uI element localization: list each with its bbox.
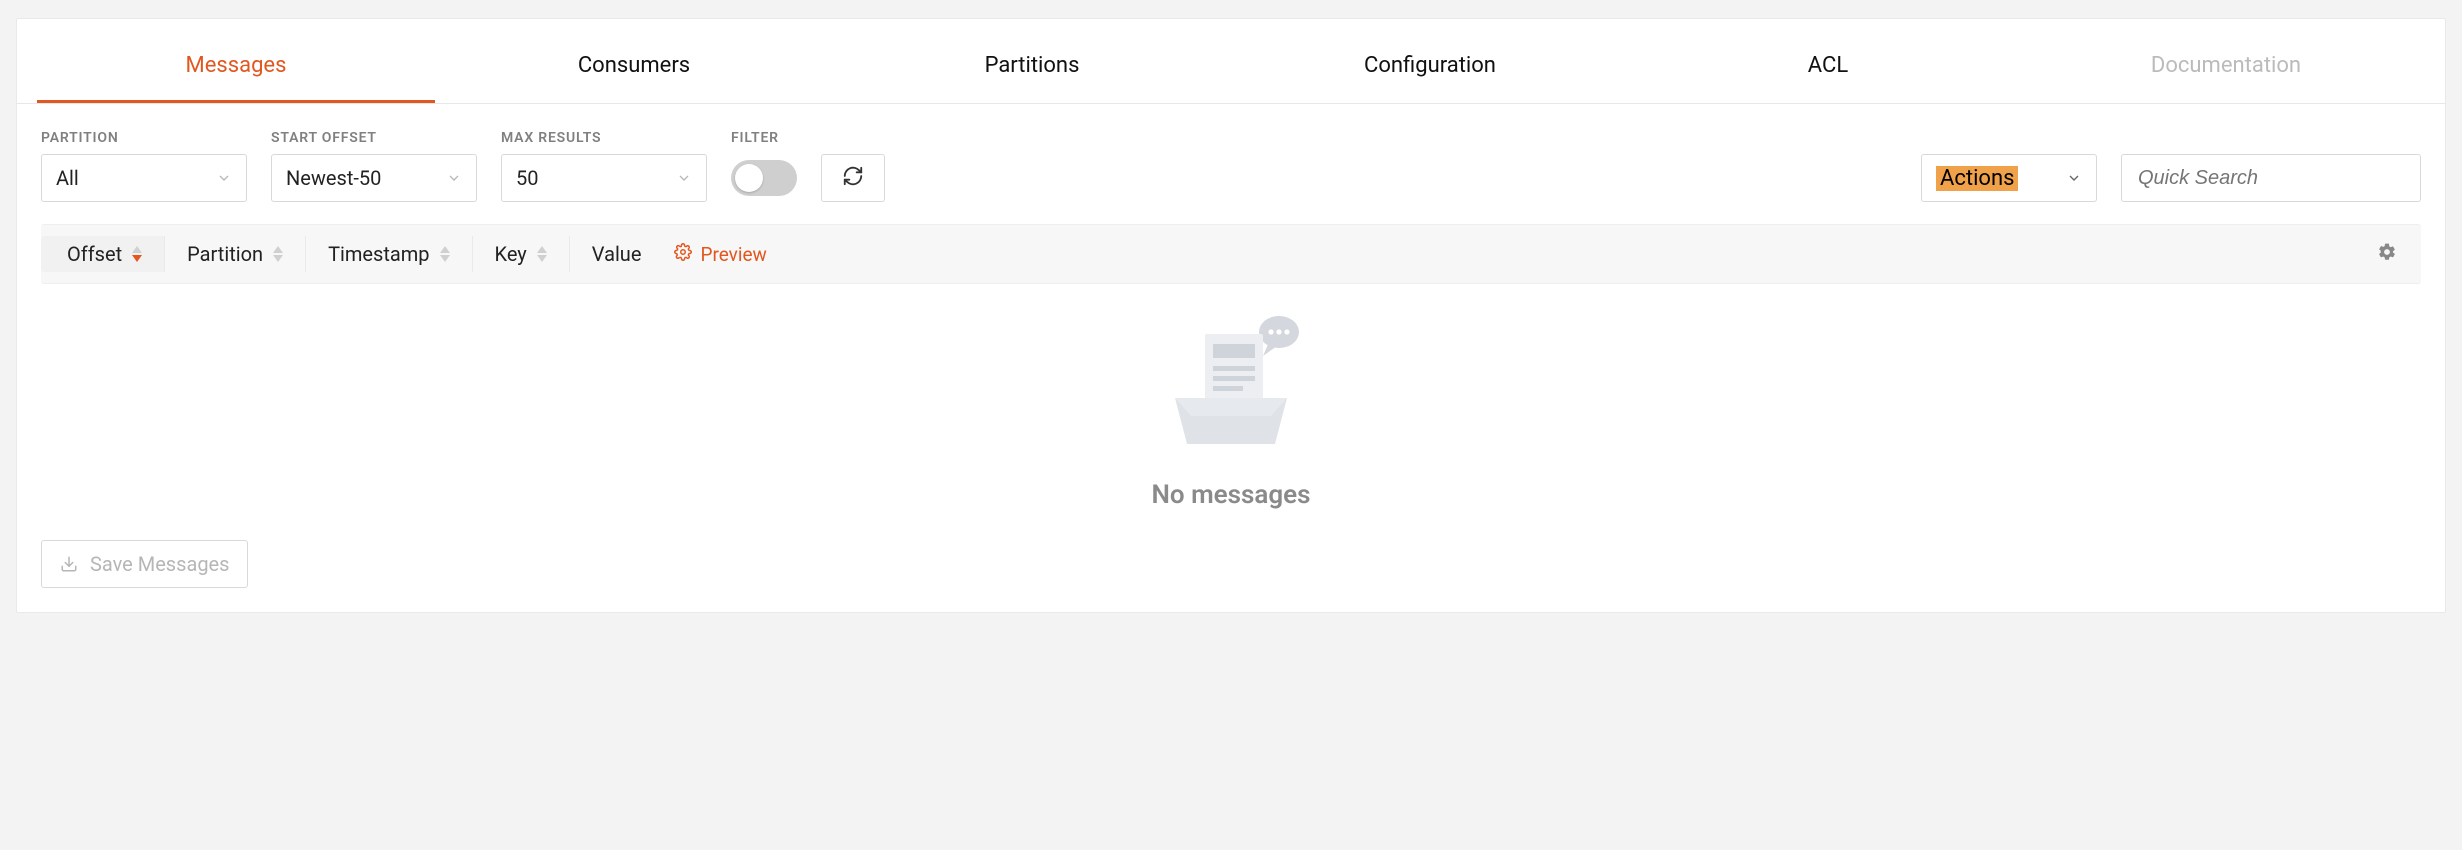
column-partition[interactable]: Partition — [165, 236, 306, 272]
field-start-offset: START OFFSET Newest-50 — [271, 130, 477, 202]
chevron-down-icon — [216, 170, 232, 186]
start-offset-select[interactable]: Newest-50 — [271, 154, 477, 202]
column-label: Timestamp — [328, 242, 429, 266]
download-icon — [60, 555, 78, 573]
max-results-select[interactable]: 50 — [501, 154, 707, 202]
tab-configuration[interactable]: Configuration — [1231, 27, 1629, 103]
column-label: Offset — [67, 242, 122, 266]
refresh-icon — [842, 165, 864, 192]
topic-panel: Messages Consumers Partitions Configurat… — [16, 18, 2446, 613]
actions-label: Actions — [1936, 166, 2018, 191]
table-header: Offset Partition Timestamp — [41, 224, 2421, 284]
column-key[interactable]: Key — [473, 236, 570, 272]
tab-label: Configuration — [1364, 53, 1496, 78]
column-label: Partition — [187, 242, 263, 266]
column-timestamp[interactable]: Timestamp — [306, 236, 472, 272]
column-label: Value — [592, 242, 642, 266]
quick-search[interactable] — [2121, 154, 2421, 202]
controls-row: PARTITION All START OFFSET Newest-50 — [17, 104, 2445, 220]
save-messages-label: Save Messages — [90, 552, 229, 576]
footer: Save Messages — [17, 540, 2445, 612]
column-value[interactable]: Value — [570, 236, 658, 272]
empty-text: No messages — [1152, 480, 1311, 510]
tab-acl[interactable]: ACL — [1629, 27, 2027, 103]
field-partition: PARTITION All — [41, 130, 247, 202]
field-max-results: MAX RESULTS 50 — [501, 130, 707, 202]
column-label: Key — [495, 242, 527, 266]
partition-select-value: All — [56, 166, 79, 190]
chevron-down-icon — [676, 170, 692, 186]
sort-icon — [132, 246, 142, 262]
tab-label: Messages — [186, 53, 287, 78]
tab-partitions[interactable]: Partitions — [833, 27, 1231, 103]
label-partition: PARTITION — [41, 130, 247, 146]
tab-documentation: Documentation — [2027, 27, 2425, 103]
table-settings-button[interactable] — [2369, 236, 2405, 272]
chevron-down-icon — [446, 170, 462, 186]
tab-messages[interactable]: Messages — [37, 27, 435, 103]
sort-icon — [440, 246, 450, 262]
max-results-select-value: 50 — [516, 166, 538, 190]
label-max-results: MAX RESULTS — [501, 130, 707, 146]
empty-state: No messages — [17, 284, 2445, 540]
gear-icon — [674, 243, 692, 266]
partition-select[interactable]: All — [41, 154, 247, 202]
gear-icon — [2377, 242, 2397, 266]
search-input[interactable] — [2136, 166, 2406, 191]
tab-label: Documentation — [2151, 53, 2301, 78]
tab-label: Consumers — [578, 53, 690, 78]
field-filter: FILTER — [731, 130, 885, 202]
sort-icon — [537, 246, 547, 262]
preview-button[interactable]: Preview — [661, 236, 779, 273]
refresh-button[interactable] — [821, 154, 885, 202]
label-filter: FILTER — [731, 130, 885, 146]
save-messages-button: Save Messages — [41, 540, 248, 588]
empty-inbox-icon — [1151, 312, 1311, 462]
sort-icon — [273, 246, 283, 262]
column-offset[interactable]: Offset — [41, 236, 165, 272]
actions-dropdown[interactable]: Actions — [1921, 154, 2097, 202]
tab-label: ACL — [1808, 53, 1848, 78]
tabs: Messages Consumers Partitions Configurat… — [17, 19, 2445, 104]
preview-label: Preview — [700, 243, 766, 266]
chevron-down-icon — [2066, 170, 2082, 186]
label-start-offset: START OFFSET — [271, 130, 477, 146]
tab-label: Partitions — [985, 53, 1080, 78]
start-offset-select-value: Newest-50 — [286, 166, 381, 190]
tab-consumers[interactable]: Consumers — [435, 27, 833, 103]
filter-toggle[interactable] — [731, 160, 797, 196]
